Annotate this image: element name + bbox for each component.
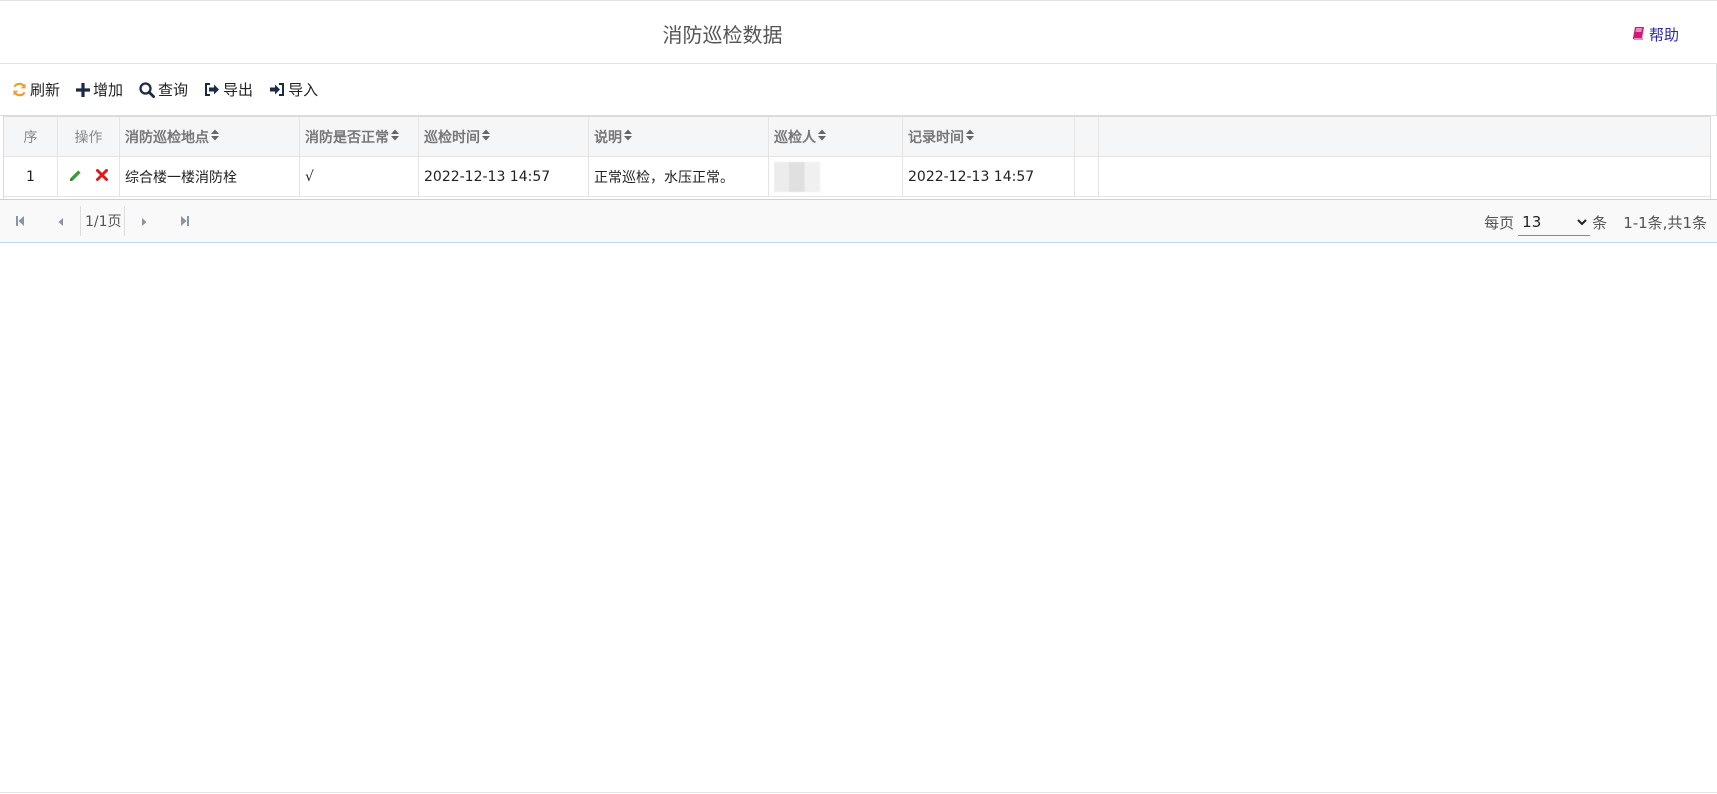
refresh-label: 刷新 [30, 81, 61, 99]
column-header-inspector[interactable]: 巡检人 [769, 117, 903, 157]
title-bar: 消防巡检数据 帮助 [0, 0, 1717, 64]
row-location: 综合楼一楼消防栓 [120, 157, 300, 197]
row-filler [1099, 157, 1710, 197]
last-page-icon [180, 212, 190, 231]
column-header-description[interactable]: 说明 [589, 117, 769, 157]
column-header-label: 记录时间 [908, 130, 964, 146]
import-label: 导入 [288, 81, 319, 99]
prev-page-icon [57, 212, 64, 231]
add-label: 增加 [93, 81, 124, 99]
toolbar: 刷新 增加 查询 导出 导入 [0, 64, 1717, 116]
row-index: 1 [4, 157, 58, 197]
column-header-label: 说明 [594, 130, 622, 146]
row-inspect-time: 2022-12-13 14:57 [419, 157, 589, 197]
page-size-select[interactable]: 13 [1518, 208, 1591, 236]
sort-icon [391, 129, 399, 145]
import-button[interactable]: 导入 [269, 77, 318, 103]
column-header-inspect-time[interactable]: 巡检时间 [419, 117, 589, 157]
pager: 1/1页 每页 13 条 1-1条,共1条 [0, 199, 1717, 243]
row-inspector [769, 157, 903, 197]
sort-icon [482, 129, 490, 145]
first-page-button[interactable] [0, 199, 40, 243]
row-is-normal: √ [300, 157, 419, 197]
sort-icon [966, 129, 974, 145]
help-link[interactable]: 帮助 [1632, 24, 1679, 45]
export-icon [204, 82, 220, 97]
first-page-icon [15, 212, 25, 231]
row-actions [58, 157, 120, 197]
bottom-divider [0, 792, 1717, 793]
sort-icon [624, 129, 632, 145]
column-header-index: 序 [4, 117, 58, 157]
import-icon [269, 82, 285, 97]
column-header-label: 消防是否正常 [305, 130, 389, 146]
help-label: 帮助 [1648, 26, 1679, 44]
add-button[interactable]: 增加 [76, 77, 123, 103]
search-icon [139, 81, 156, 98]
next-page-icon [141, 212, 148, 231]
table-row[interactable]: 1 综合楼一楼消防栓 √ 2022-12-13 14:57 正常巡检，水压正常。… [4, 157, 1710, 197]
per-page-label: 每页 [1484, 213, 1515, 232]
export-label: 导出 [223, 81, 254, 99]
sort-icon [211, 129, 219, 145]
data-grid: 序 操作 消防巡检地点 消防是否正常 巡检时间 说明 巡检人 记录时间 1 综合… [3, 116, 1711, 200]
book-icon [1632, 26, 1645, 44]
unit-label: 条 [1592, 213, 1608, 232]
record-range-text: 1-1条,共1条 [1623, 213, 1707, 232]
query-button[interactable]: 查询 [139, 77, 188, 103]
sort-icon [818, 129, 826, 145]
edit-pencil-icon[interactable] [69, 169, 82, 186]
refresh-button[interactable]: 刷新 [12, 77, 60, 103]
column-header-actions: 操作 [58, 117, 120, 157]
query-label: 查询 [158, 81, 189, 99]
column-header-label: 巡检人 [774, 130, 816, 146]
column-header-label: 消防巡检地点 [125, 130, 209, 146]
row-description: 正常巡检，水压正常。 [589, 157, 769, 197]
last-page-button[interactable] [165, 199, 205, 243]
column-header-is-normal[interactable]: 消防是否正常 [300, 117, 419, 157]
page: 消防巡检数据 帮助 刷新 增加 查询 导出 导入 序 操作 消防巡检地点 消防是… [0, 0, 1717, 794]
column-header-label: 巡检时间 [424, 130, 480, 146]
page-info: 1/1页 [85, 214, 122, 230]
column-header-filler [1099, 117, 1710, 157]
pager-right: 每页 13 条 1-1条,共1条 [1484, 200, 1707, 244]
next-page-button[interactable] [125, 199, 165, 243]
row-record-time: 2022-12-13 14:57 [903, 157, 1075, 197]
column-header-record-time[interactable]: 记录时间 [903, 117, 1075, 157]
row-spacer [1075, 157, 1099, 197]
column-header-location[interactable]: 消防巡检地点 [120, 117, 300, 157]
redacted-name-image [774, 162, 820, 192]
plus-icon [76, 82, 91, 97]
page-title: 消防巡检数据 [662, 23, 783, 47]
export-button[interactable]: 导出 [204, 77, 253, 103]
grid-header: 序 操作 消防巡检地点 消防是否正常 巡检时间 说明 巡检人 记录时间 [4, 117, 1710, 157]
delete-x-icon[interactable] [96, 169, 108, 185]
prev-page-button[interactable] [40, 199, 80, 243]
refresh-icon [12, 82, 27, 97]
column-header-spacer [1075, 117, 1099, 157]
